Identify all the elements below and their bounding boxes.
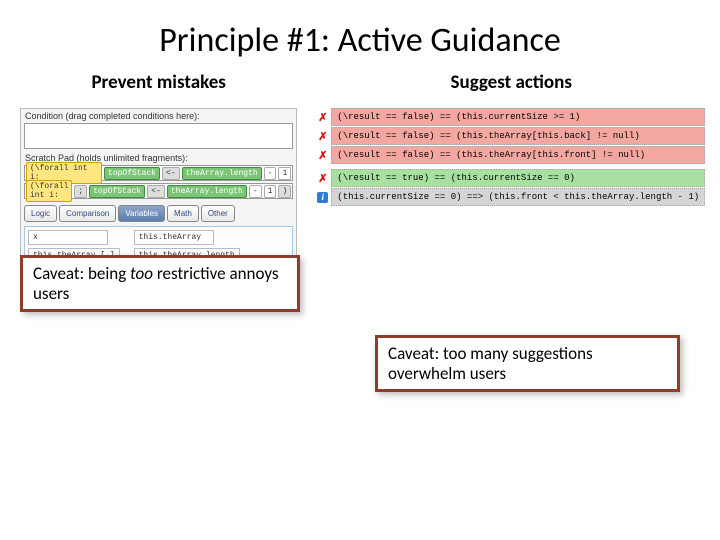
chip[interactable]: (\forall int i: xyxy=(26,180,72,202)
suggestion-row[interactable]: ✗ (\result == false) == (this.theArray[t… xyxy=(317,127,705,145)
slide-title: Principle #1: Active Guidance xyxy=(0,0,720,71)
caveat-emphasis: too xyxy=(130,263,153,284)
suggest-actions-panel: ✗ (\result == false) == (this.currentSiz… xyxy=(317,108,705,206)
suggestion-row[interactable]: ✗ (\result == true) == (this.currentSize… xyxy=(317,169,705,187)
scratch-row[interactable]: (\forall int i: topOfStack <- theArray.l… xyxy=(24,165,293,181)
chip[interactable]: 1 xyxy=(278,167,291,180)
chip[interactable]: - xyxy=(264,167,277,180)
chip[interactable]: topOfStack xyxy=(89,185,145,198)
tab-comparison[interactable]: Comparison xyxy=(59,205,116,222)
suggestion-row[interactable]: i (this.currentSize == 0) ==> (this.fron… xyxy=(317,188,705,206)
chip[interactable]: 1 xyxy=(264,185,277,198)
suggestion-code: (\result == false) == (this.currentSize … xyxy=(331,108,705,126)
scratch-row[interactable]: (\forall int i: ; topOfStack <- theArray… xyxy=(24,183,293,199)
right-subheading: Suggest actions xyxy=(317,71,705,94)
chip[interactable]: - xyxy=(249,185,262,198)
suggestion-code: (\result == true) == (this.currentSize =… xyxy=(331,169,705,187)
chip[interactable]: theArray.length xyxy=(167,185,247,198)
chip[interactable]: <- xyxy=(147,185,165,198)
tab-variables[interactable]: Variables xyxy=(118,205,165,222)
suggestion-row[interactable]: ✗ (\result == false) == (this.theArray[t… xyxy=(317,146,705,164)
suggestion-code: (this.currentSize == 0) ==> (this.front … xyxy=(331,188,705,206)
info-icon: i xyxy=(317,192,328,203)
right-column: Suggest actions ✗ (\result == false) == … xyxy=(317,71,705,292)
condition-dropzone[interactable] xyxy=(24,123,293,149)
scratch-pad[interactable]: (\forall int i: topOfStack <- theArray.l… xyxy=(24,165,293,199)
reject-icon: ✗ xyxy=(317,112,328,123)
chip[interactable]: ; xyxy=(74,185,87,198)
chip[interactable]: <- xyxy=(162,167,180,180)
tab-other[interactable]: Other xyxy=(201,205,235,222)
left-subheading: Prevent mistakes xyxy=(20,71,297,94)
var-item[interactable]: this.theArray xyxy=(134,230,214,245)
caveat-left: Caveat: being too restrictive annoys use… xyxy=(20,255,300,312)
chip[interactable]: topOfStack xyxy=(104,167,160,180)
caveat-right: Caveat: too many suggestions overwhelm u… xyxy=(375,335,680,392)
suggestion-row[interactable]: ✗ (\result == false) == (this.currentSiz… xyxy=(317,108,705,126)
chip[interactable]: theArray.length xyxy=(182,167,262,180)
caveat-text: Caveat: being xyxy=(33,263,130,284)
chip[interactable]: ) xyxy=(278,185,291,198)
condition-label: Condition (drag completed conditions her… xyxy=(21,109,296,123)
tab-logic[interactable]: Logic xyxy=(24,205,57,222)
suggestion-code: (\result == false) == (this.theArray[thi… xyxy=(331,146,705,164)
var-item[interactable]: x xyxy=(28,230,108,245)
suggestion-code: (\result == false) == (this.theArray[thi… xyxy=(331,127,705,145)
reject-icon: ✗ xyxy=(317,131,328,142)
reject-icon: ✗ xyxy=(317,173,328,184)
tab-math[interactable]: Math xyxy=(167,205,199,222)
category-tabs: Logic Comparison Variables Math Other xyxy=(24,205,293,222)
reject-icon: ✗ xyxy=(317,150,328,161)
